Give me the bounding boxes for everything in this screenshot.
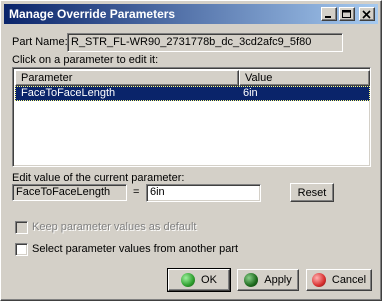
reset-button[interactable]: Reset	[290, 183, 334, 202]
keep-default-label: Keep parameter values as default	[32, 221, 197, 233]
close-icon	[362, 9, 371, 19]
cancel-button[interactable]: Cancel	[306, 269, 372, 291]
column-header-value[interactable]: Value	[239, 70, 370, 86]
current-parameter-field: FaceToFaceLength	[12, 184, 127, 201]
row-parameter-cell: FaceToFaceLength	[21, 87, 116, 99]
apply-button[interactable]: Apply	[237, 269, 299, 291]
ok-button[interactable]: OK	[167, 268, 231, 292]
part-name-label: Part Name:	[12, 36, 68, 48]
reset-button-label: Reset	[297, 186, 327, 199]
equals-sign: =	[133, 186, 140, 198]
parameter-value-text: 6in	[150, 186, 165, 198]
apply-icon	[244, 273, 259, 287]
list-instruction: Click on a parameter to edit it:	[12, 54, 159, 66]
close-button[interactable]	[359, 7, 375, 21]
select-from-other-label: Select parameter values from another par…	[32, 243, 239, 255]
ok-icon	[181, 273, 196, 287]
edit-value-label: Edit value of the current parameter:	[12, 172, 185, 184]
minimize-icon	[325, 15, 331, 18]
parameter-value-input[interactable]: 6in	[146, 184, 261, 202]
row-value-cell: 6in	[243, 87, 258, 99]
parameter-list[interactable]: Parameter Value FaceToFaceLength 6in	[12, 67, 371, 167]
apply-button-label: Apply	[264, 274, 292, 286]
cancel-button-label: Cancel	[331, 274, 367, 286]
dialog-window: Manage Override Parameters Part Name: R_…	[0, 0, 382, 301]
part-name-field: R_STR_FL-WR90_2731778b_dc_3cd2afc9_5f80	[67, 33, 343, 52]
keep-default-checkbox[interactable]	[15, 221, 28, 234]
column-header-parameter[interactable]: Parameter	[15, 70, 239, 86]
title-bar[interactable]: Manage Override Parameters	[4, 4, 378, 24]
table-row[interactable]: FaceToFaceLength 6in	[15, 86, 370, 101]
cancel-icon	[311, 273, 326, 287]
window-title: Manage Override Parameters	[9, 7, 176, 21]
select-from-other-checkbox[interactable]	[15, 243, 28, 256]
maximize-button[interactable]	[339, 7, 355, 21]
current-parameter-name: FaceToFaceLength	[16, 186, 111, 198]
ok-button-label: OK	[201, 274, 217, 286]
minimize-button[interactable]	[321, 7, 337, 21]
maximize-icon	[342, 9, 351, 18]
part-name-value: R_STR_FL-WR90_2731778b_dc_3cd2afc9_5f80	[71, 36, 312, 48]
